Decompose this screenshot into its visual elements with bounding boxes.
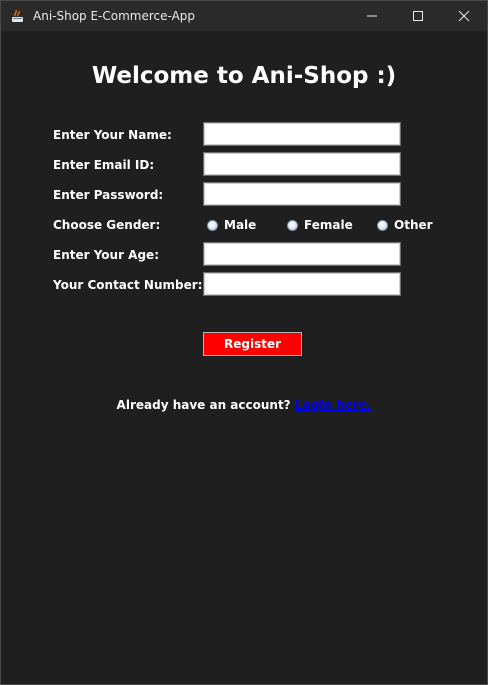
gender-label: Choose Gender:: [53, 218, 161, 232]
contact-field[interactable]: [203, 272, 401, 296]
email-field[interactable]: [203, 152, 401, 176]
java-app-icon: [12, 9, 23, 22]
age-label: Enter Your Age:: [53, 248, 159, 262]
gender-radio-female[interactable]: Female: [287, 218, 353, 232]
register-button[interactable]: Register: [203, 332, 302, 356]
password-label: Enter Password:: [53, 188, 164, 202]
radio-icon: [287, 219, 298, 231]
maximize-button[interactable]: [395, 1, 441, 31]
login-prompt: Already have an account? Login here.: [1, 398, 487, 412]
gender-radio-male[interactable]: Male: [207, 218, 256, 232]
email-label: Enter Email ID:: [53, 158, 155, 172]
minimize-button[interactable]: [349, 1, 395, 31]
gender-radio-other[interactable]: Other: [377, 218, 433, 232]
radio-icon: [207, 219, 218, 231]
radio-label-other: Other: [394, 218, 433, 232]
close-icon: [458, 10, 470, 22]
minimize-icon: [367, 15, 377, 17]
radio-icon: [377, 219, 388, 231]
title-bar[interactable]: Ani-Shop E-Commerce-App: [1, 1, 487, 31]
radio-label-male: Male: [224, 218, 257, 232]
app-window: Ani-Shop E-Commerce-App Welcome to Ani-S…: [0, 0, 488, 685]
login-link[interactable]: Login here.: [295, 398, 372, 412]
page-title: Welcome to Ani-Shop :): [91, 63, 397, 89]
maximize-icon: [413, 11, 423, 21]
password-field[interactable]: [203, 182, 401, 206]
name-field[interactable]: [203, 122, 401, 146]
age-field[interactable]: [203, 242, 401, 266]
login-prompt-text: Already have an account?: [116, 398, 291, 412]
name-label: Enter Your Name:: [53, 128, 172, 142]
window-title: Ani-Shop E-Commerce-App: [33, 9, 196, 23]
close-button[interactable]: [441, 1, 487, 31]
contact-label: Your Contact Number:: [53, 278, 203, 292]
radio-label-female: Female: [304, 218, 353, 232]
